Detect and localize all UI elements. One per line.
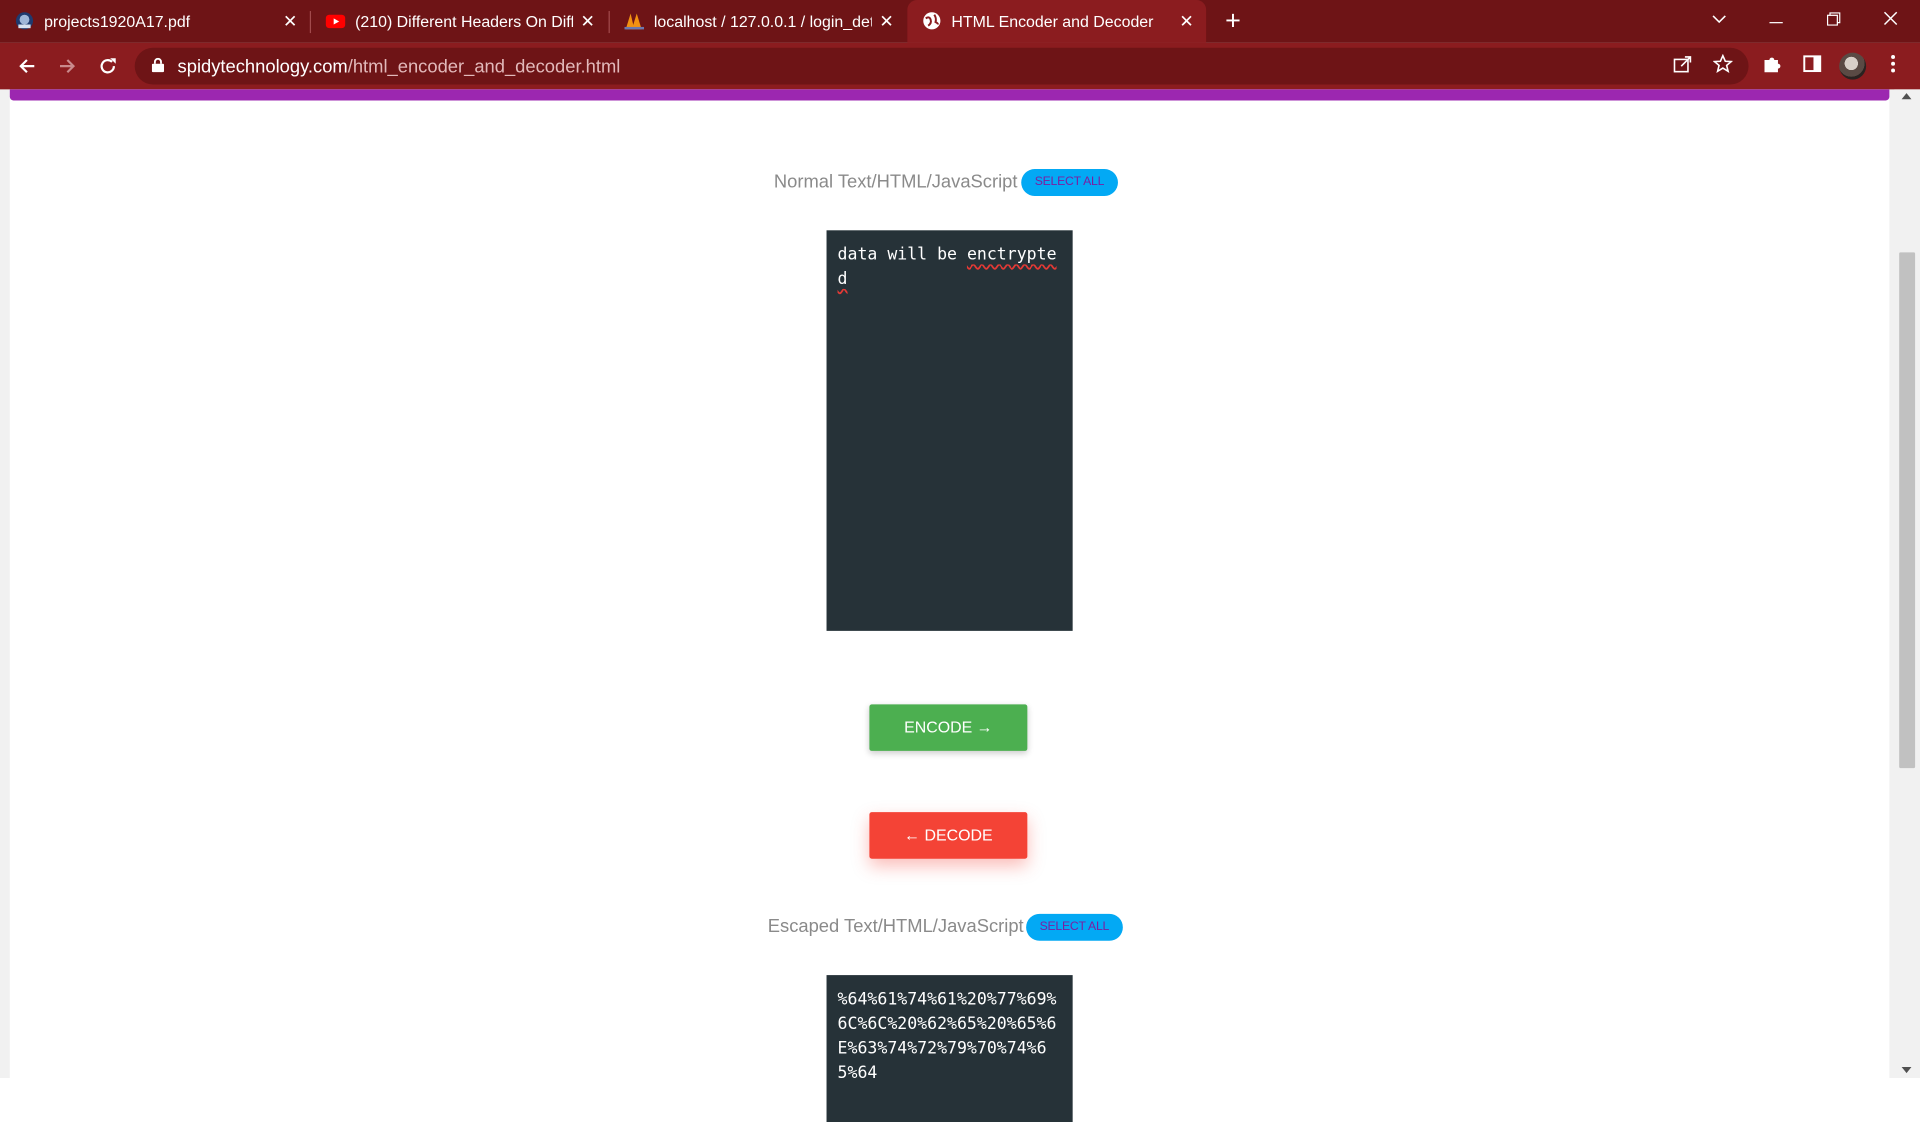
select-all-output-button[interactable]: SELECT ALL [1026, 913, 1123, 941]
header-accent-bar [9, 89, 1890, 101]
extensions-puzzle-icon[interactable] [1760, 54, 1784, 79]
tab-strip: projects1920A17.pdf ✕ (210) Different He… [0, 0, 1920, 43]
share-icon[interactable] [1670, 54, 1694, 79]
page-viewport: Normal Text/HTML/JavaScript SELECT ALL d… [0, 89, 1920, 1122]
minimize-icon[interactable] [1747, 0, 1803, 39]
page-content: Normal Text/HTML/JavaScript SELECT ALL d… [9, 89, 1890, 1122]
tab-search-chevron-icon[interactable] [1691, 0, 1747, 39]
profile-avatar[interactable] [1839, 52, 1867, 80]
tab-html-encoder[interactable]: HTML Encoder and Decoder ✕ [907, 0, 1207, 43]
back-arrow-icon[interactable] [12, 51, 41, 80]
browser-toolbar: spidytechnology.com/html_encoder_and_dec… [0, 42, 1920, 90]
youtube-icon [325, 14, 346, 29]
tab-title: (210) Different Headers On Differ [355, 12, 574, 31]
close-icon[interactable]: ✕ [876, 10, 898, 32]
close-icon[interactable]: ✕ [1176, 10, 1198, 32]
output-textarea[interactable]: %64%61%74%61%20%77%69%6C%6C%20%62%65%20%… [826, 975, 1073, 1122]
encode-button[interactable]: ENCODE → [869, 704, 1028, 751]
url-path: /html_encoder_and_decoder.html [347, 56, 621, 78]
address-bar[interactable]: spidytechnology.com/html_encoder_and_dec… [134, 47, 1749, 85]
tab-title: HTML Encoder and Decoder [951, 12, 1154, 31]
lock-icon[interactable] [151, 57, 165, 73]
input-section-label: Normal Text/HTML/JavaScript [773, 171, 1018, 193]
globe-icon [923, 12, 941, 30]
window-close-icon[interactable] [1862, 0, 1918, 39]
forward-arrow-icon[interactable] [53, 51, 82, 80]
url-text[interactable]: spidytechnology.com/html_encoder_and_dec… [178, 56, 621, 77]
phpmyadmin-icon [624, 13, 645, 30]
tab-youtube[interactable]: (210) Different Headers On Differ ✕ [311, 0, 607, 43]
tab-title: localhost / 127.0.0.1 / login_detai [653, 12, 872, 31]
scrollbar-thumb[interactable] [1899, 252, 1916, 769]
input-text: data will be [837, 245, 967, 265]
tab-phpmyadmin[interactable]: localhost / 127.0.0.1 / login_detai ✕ [610, 0, 906, 43]
output-section-label: Escaped Text/HTML/JavaScript [767, 916, 1024, 938]
scroll-down-arrow-icon[interactable] [1901, 1066, 1912, 1074]
tab-pdf[interactable]: projects1920A17.pdf ✕ [0, 0, 309, 43]
restore-icon[interactable] [1805, 0, 1861, 39]
input-textarea[interactable]: data will be enctrypted [826, 230, 1073, 631]
close-icon[interactable]: ✕ [279, 10, 301, 32]
reload-icon[interactable] [93, 51, 122, 80]
scroll-up-arrow-icon[interactable] [1901, 93, 1912, 100]
tab-title: projects1920A17.pdf [44, 12, 191, 31]
side-panel-icon[interactable] [1800, 54, 1824, 79]
select-all-input-button[interactable]: SELECT ALL [1021, 169, 1118, 196]
decode-button[interactable]: ← DECODE [869, 812, 1028, 859]
more-menu-icon[interactable] [1881, 54, 1905, 79]
pdf-app-icon [15, 12, 34, 30]
bookmark-star-icon[interactable] [1711, 53, 1735, 79]
close-icon[interactable]: ✕ [577, 10, 599, 32]
new-tab-plus-icon[interactable]: + [1220, 7, 1247, 34]
url-host: spidytechnology.com [177, 56, 348, 78]
page-scrollbar[interactable] [1894, 89, 1920, 1079]
